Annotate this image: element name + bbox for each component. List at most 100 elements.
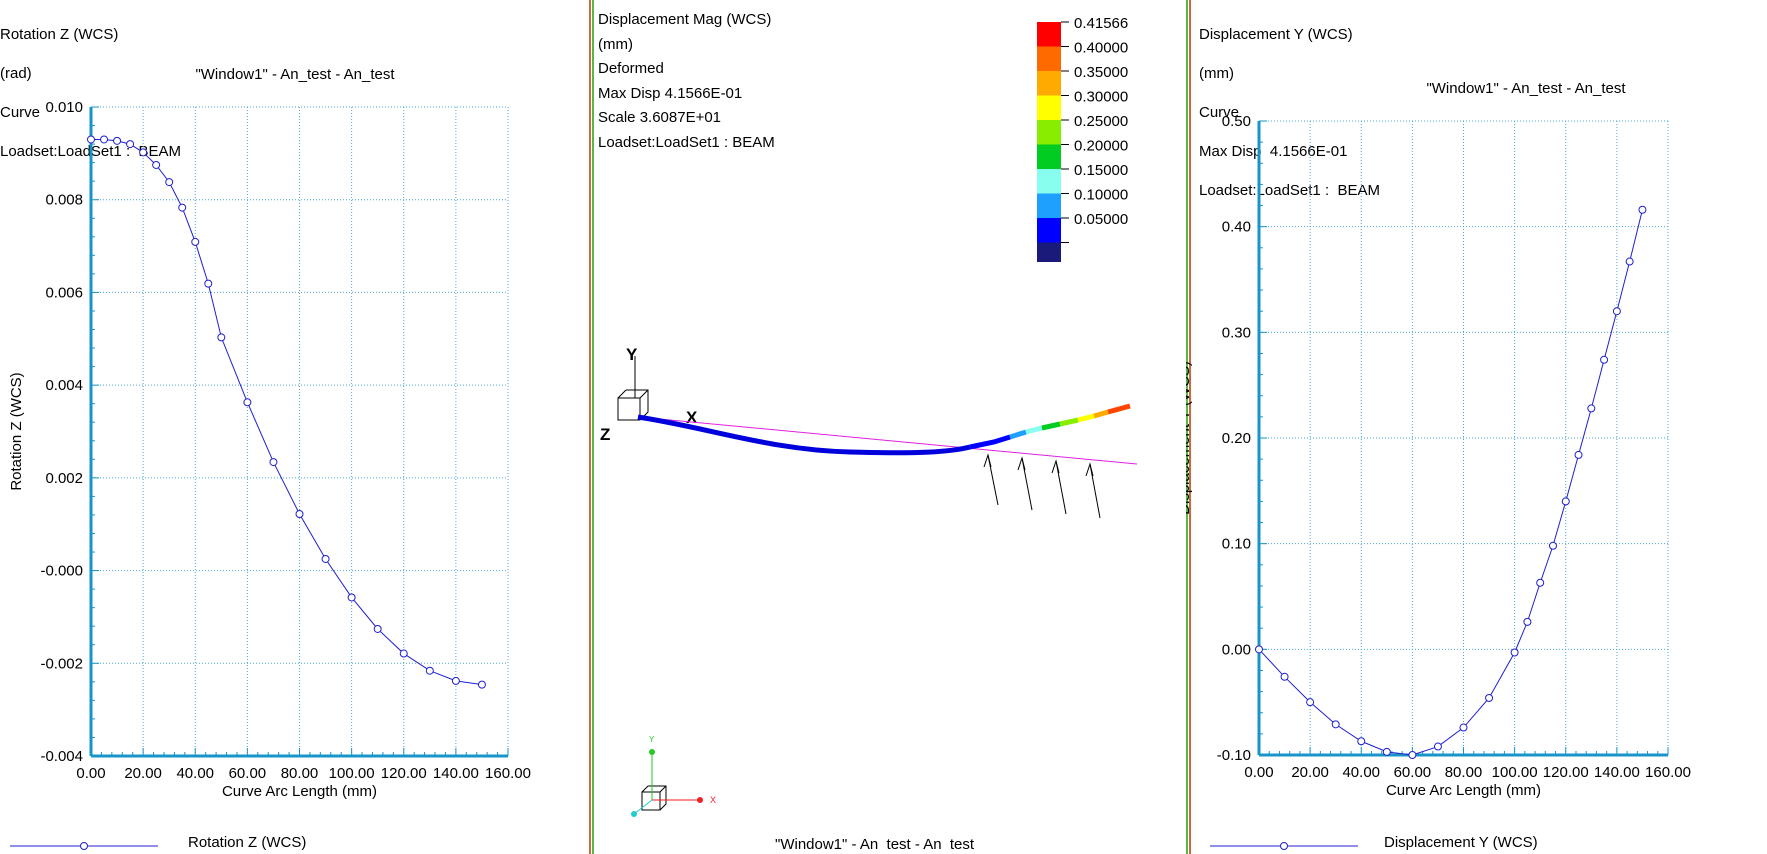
- displacement-mag-panel: Displacement Mag (WCS) (mm) Deformed Max…: [590, 0, 1186, 854]
- y-tick-label: 0.40: [1222, 219, 1251, 236]
- x-axis-label: Curve Arc Length (mm): [1386, 782, 1541, 799]
- y-tick-label: 0.006: [45, 284, 83, 301]
- data-point: [1459, 723, 1468, 732]
- data-point: [1548, 541, 1557, 550]
- x-tick-label: 100.00: [329, 765, 375, 782]
- data-point: [425, 666, 434, 675]
- data-point: [152, 160, 161, 169]
- deformed-beam-segment: [1093, 409, 1109, 419]
- displacement-y-panel: Displacement Y (WCS) (mm) Curve Max Disp…: [1186, 0, 1767, 854]
- y-tick-label: -0.004: [40, 748, 83, 765]
- y-tick-label: 0.010: [45, 99, 83, 116]
- data-point: [1625, 257, 1634, 266]
- data-point: [1612, 307, 1621, 316]
- data-point: [178, 203, 187, 212]
- legend-line-icon: [1210, 842, 1358, 850]
- x-tick-label: 20.00: [1291, 764, 1329, 781]
- x-tick-label: 160.00: [485, 765, 531, 782]
- deformed-beam-segment: [969, 434, 1011, 450]
- x-tick-label: 160.00: [1645, 764, 1691, 781]
- data-point: [1600, 355, 1609, 364]
- data-point: [269, 458, 278, 467]
- x-tick-label: 0.00: [76, 765, 105, 782]
- viewport-footer: "Window1" - An test - An test: [775, 836, 975, 853]
- data-point: [139, 148, 148, 157]
- x-axis-label: Curve Arc Length (mm): [222, 783, 377, 800]
- load-arrows: [983, 453, 1101, 519]
- y-tick-label: 0.50: [1222, 113, 1251, 130]
- data-point: [1331, 720, 1340, 729]
- data-point: [477, 680, 486, 689]
- triad-y-label: Y: [649, 735, 655, 744]
- data-point: [399, 649, 408, 658]
- data-point: [191, 237, 200, 246]
- deformed-beam-segment: [1059, 417, 1079, 427]
- y-tick-label: -0.000: [40, 563, 83, 580]
- axis-y-label: Y: [626, 345, 638, 364]
- data-point: [347, 593, 356, 602]
- rotation-z-panel: Rotation Z (WCS) (rad) Curve Loadset:Loa…: [0, 0, 590, 854]
- legend-label: Rotation Z (WCS): [188, 834, 307, 851]
- model-axis-icon: [617, 356, 649, 421]
- model-viewport: Y X Z Y X: [600, 345, 1138, 817]
- data-point: [1382, 747, 1391, 756]
- data-point: [243, 398, 252, 407]
- data-point: [1408, 751, 1417, 759]
- series-line: [91, 138, 483, 686]
- y-tick-label: 0.20: [1222, 430, 1251, 447]
- deformed-beam-segment: [1077, 413, 1095, 423]
- x-tick-label: 140.00: [1594, 764, 1640, 781]
- data-point: [451, 676, 460, 685]
- y-tick-label: 0.004: [45, 377, 83, 394]
- y-tick-label: 0.008: [45, 192, 83, 209]
- legend-line-icon: [10, 842, 158, 850]
- data-point: [1561, 497, 1570, 506]
- x-tick-label: 60.00: [229, 765, 267, 782]
- data-point: [204, 279, 213, 288]
- deformed-beam-segment: [1009, 429, 1027, 440]
- data-point: [1638, 205, 1647, 214]
- deformed-beam-segment: [1107, 403, 1131, 415]
- y-tick-label: -0.10: [1217, 747, 1251, 764]
- data-point: [113, 136, 122, 145]
- y-tick-label: -0.002: [40, 655, 83, 672]
- x-tick-label: 0.00: [1244, 764, 1273, 781]
- x-tick-label: 80.00: [1445, 764, 1483, 781]
- axis-z-label: Z: [600, 425, 610, 444]
- data-point: [87, 135, 95, 144]
- displacement-y-chart: 0.00 20.00 40.00 60.00 80.00 100.00 120.00 140.…: [1186, 113, 1691, 799]
- data-point: [1306, 698, 1315, 707]
- x-tick-label: 140.00: [433, 765, 479, 782]
- view-triad-icon: [631, 749, 703, 817]
- y-axis-label: Displacement Y (WCS): [1186, 361, 1193, 515]
- data-point: [1433, 742, 1442, 751]
- data-point: [217, 333, 226, 342]
- data-point: [1587, 404, 1596, 413]
- triad-x-label: X: [710, 795, 716, 805]
- x-tick-label: 60.00: [1394, 764, 1432, 781]
- x-tick-label: 40.00: [1342, 764, 1380, 781]
- data-point: [165, 178, 174, 187]
- data-point: [126, 140, 135, 149]
- x-tick-label: 120.00: [1543, 764, 1589, 781]
- data-point: [1485, 693, 1494, 702]
- data-point: [1357, 737, 1366, 746]
- data-point: [295, 510, 304, 519]
- y-tick-label: 0.00: [1222, 641, 1251, 658]
- x-tick-label: 80.00: [281, 765, 319, 782]
- rotation-z-chart: 0.00 20.00 40.00 60.00 80.00 100.00 120.00 140.…: [8, 99, 531, 800]
- x-tick-label: 100.00: [1492, 764, 1538, 781]
- y-tick-label: 0.002: [45, 470, 83, 487]
- x-tick-label: 120.00: [381, 765, 427, 782]
- deformed-beam-segment: [1025, 425, 1043, 435]
- data-point: [373, 624, 382, 633]
- x-tick-label: 20.00: [124, 765, 162, 782]
- x-tick-label: 40.00: [176, 765, 214, 782]
- data-point: [1255, 645, 1263, 654]
- data-point: [1280, 672, 1289, 681]
- y-tick-label: 0.10: [1222, 536, 1251, 553]
- deformed-beam-segment: [1041, 421, 1061, 431]
- y-tick-label: 0.30: [1222, 324, 1251, 341]
- data-point: [1574, 450, 1583, 459]
- data-point: [321, 554, 330, 563]
